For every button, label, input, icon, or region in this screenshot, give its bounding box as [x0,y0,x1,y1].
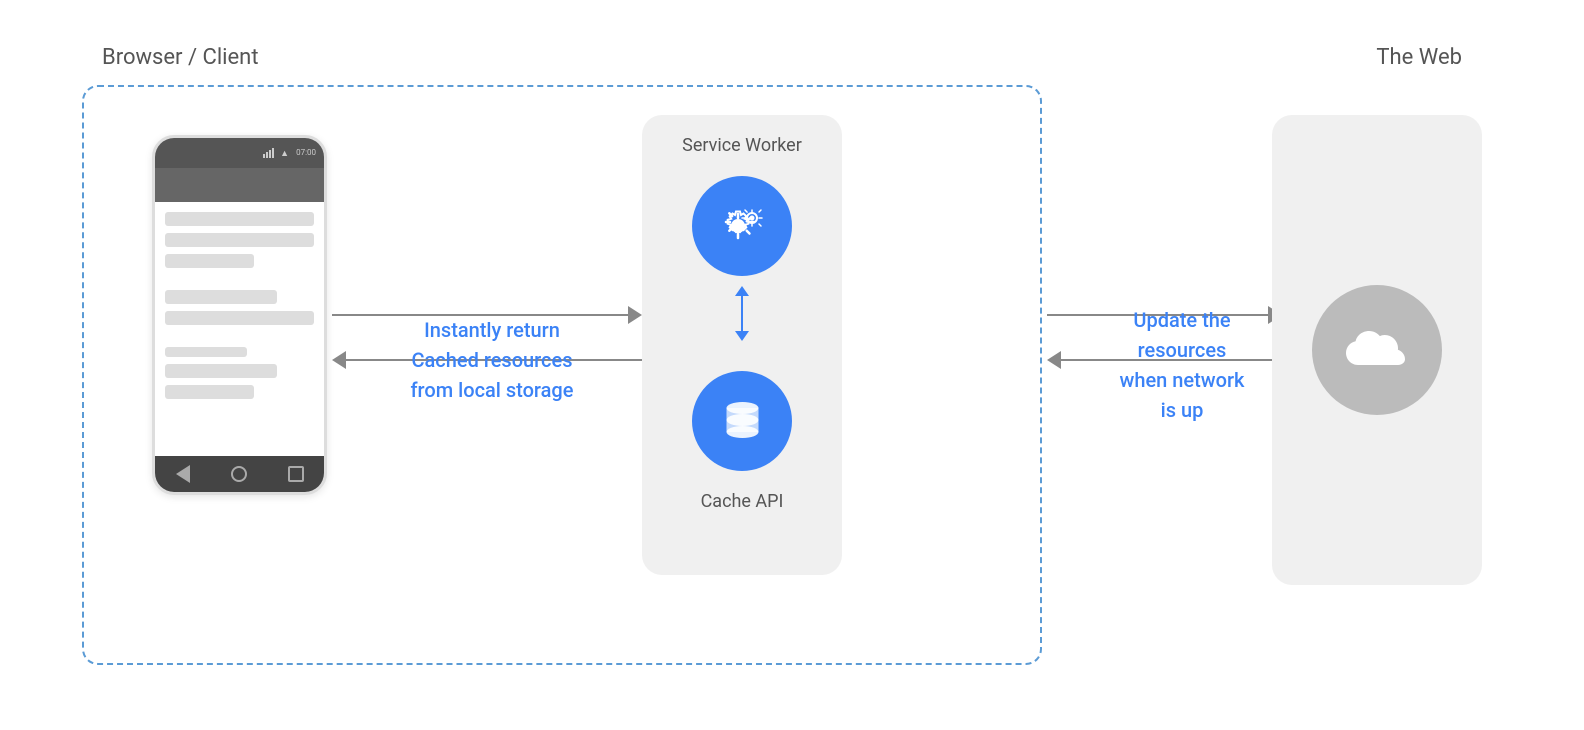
arrow-head-left [332,351,346,369]
update-the-text: Update the [1082,305,1282,335]
cache-api-label: Cache API [701,491,784,512]
browser-client-label: Browser / Client [102,45,259,70]
arrow-head-left [1047,351,1061,369]
gear-icon [712,196,772,256]
the-web-label: The Web [1376,45,1462,70]
content-line-7 [165,364,277,378]
spacer-2 [165,332,314,340]
content-line-6 [165,347,247,357]
service-worker-label: Service Worker [682,135,802,156]
web-box [1272,115,1482,585]
content-line-1 [165,212,314,226]
db-circle [692,371,792,471]
cloud-circle [1312,285,1442,415]
diagram-container: Browser / Client The Web ▲ 07:00 [42,25,1542,705]
database-icon [715,394,770,449]
arrow-head-right [628,306,642,324]
home-nav-icon [231,466,247,482]
left-arrow-label: Instantly return Cached resources from l… [372,315,612,405]
connector-arrow-down [735,331,749,341]
resources-text: resources [1082,335,1282,365]
when-network-text: when network [1082,365,1282,395]
phone-time: 07:00 [296,148,316,159]
service-worker-box: Service Worker [642,115,842,575]
status-icons: ▲ 07:00 [263,148,316,159]
content-line-4 [165,290,277,304]
connector-arrow-up [735,286,749,296]
wifi-icon: ▲ [280,148,289,159]
is-up-text: is up [1082,395,1282,425]
phone-content [155,202,324,409]
back-nav-icon [176,465,190,483]
recent-nav-icon [288,466,304,482]
instantly-return-text: Instantly return [372,315,612,345]
sw-connector [735,286,749,341]
from-local-storage-text: from local storage [372,375,612,405]
content-line-2 [165,233,314,247]
content-line-8 [165,385,254,399]
phone-illustration: ▲ 07:00 [152,135,327,495]
cloud-icon [1340,323,1415,378]
content-line-3 [165,254,254,268]
gear-circle [692,176,792,276]
phone-nav-bar [155,456,324,492]
cached-resources-text: Cached resources [372,345,612,375]
phone-status-bar: ▲ 07:00 [155,138,324,168]
spacer-1 [165,275,314,283]
content-line-5 [165,311,314,325]
right-arrow-label: Update the resources when network is up [1082,305,1282,425]
connector-line [741,296,743,331]
signal-icon [263,148,275,158]
phone-header-bar [155,168,324,202]
